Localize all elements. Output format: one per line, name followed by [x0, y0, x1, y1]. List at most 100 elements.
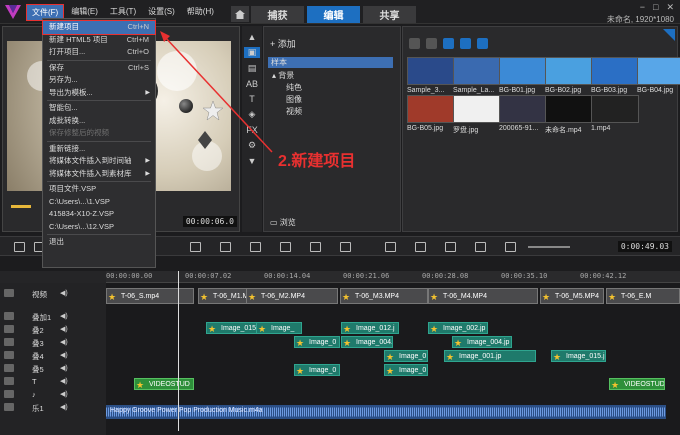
media-icon[interactable]: ▣	[244, 47, 260, 58]
video-clip[interactable]: ★ T-06_M2.MP4	[246, 288, 338, 304]
video-clip[interactable]: ★ T-06_M4.MP4	[428, 288, 538, 304]
library-thumbnail[interactable]	[545, 57, 593, 85]
minimize-icon[interactable]: −	[640, 2, 645, 13]
file-menu-item[interactable]: C:\Users\...\12.VSP	[43, 221, 155, 234]
track-header[interactable]: 乐1 ◀)	[0, 401, 106, 414]
overlay-clip[interactable]: ★ Image_0	[384, 350, 428, 362]
speaker-icon[interactable]: ◀)	[60, 289, 68, 297]
track-header[interactable]: 叠3 ◀)	[0, 336, 106, 349]
file-menu-item[interactable]: C:\Users\...\1.VSP	[43, 196, 155, 209]
trim-marker[interactable]	[11, 205, 31, 208]
speed-icon[interactable]	[475, 242, 486, 252]
file-menu-item[interactable]: 成批转换...	[43, 115, 155, 128]
library-thumbnail[interactable]	[453, 95, 501, 123]
browse-button[interactable]: ▭ 浏览	[270, 217, 296, 228]
track-header[interactable]: 叠4 ◀)	[0, 349, 106, 362]
library-thumbnail[interactable]	[453, 57, 501, 85]
chapter-icon[interactable]	[445, 242, 456, 252]
overlay-clip[interactable]: ★ Image_004.jp	[452, 336, 512, 348]
track-header[interactable]: ♪ ◀)	[0, 388, 106, 401]
preview-timecode[interactable]: 00:00:06.0	[182, 216, 237, 227]
folder-icon[interactable]	[409, 38, 420, 49]
file-menu-item[interactable]: 将媒体文件插入到时间轴 ▶	[43, 155, 155, 168]
file-menu-item[interactable]: 新建项目 Ctrl+N	[42, 20, 156, 35]
library-thumbnail[interactable]	[407, 95, 455, 123]
tree-item-background[interactable]: ▴ 背景	[272, 70, 294, 81]
speaker-icon[interactable]: ◀)	[60, 338, 68, 346]
mixer-icon[interactable]	[415, 242, 426, 252]
track-header[interactable]: 叠2 ◀)	[0, 323, 106, 336]
file-menu-item[interactable]: 将媒体文件插入到素材库 ▶	[43, 168, 155, 181]
file-menu-item[interactable]: 导出为模板... ▶	[43, 87, 155, 100]
overlay-clip[interactable]: ★ Image_012.j	[341, 322, 399, 334]
record-icon[interactable]	[310, 242, 321, 252]
tree-item-image[interactable]: 图像	[286, 94, 302, 105]
video-clip[interactable]: ★ T-06_M5.MP4	[540, 288, 604, 304]
motion-icon[interactable]: ⚙	[248, 140, 256, 151]
home-button[interactable]	[231, 6, 249, 22]
menu-help[interactable]: 帮助(H)	[182, 4, 219, 21]
maximize-icon[interactable]: □	[653, 2, 658, 13]
overlay-clip[interactable]: ★ Image_002.jp	[428, 322, 488, 334]
library-thumbnail[interactable]	[591, 57, 639, 85]
file-menu-item[interactable]: 项目文件.VSP	[43, 183, 155, 196]
arrow-up-icon[interactable]: ▲	[248, 32, 257, 42]
pin-icon[interactable]	[663, 29, 675, 41]
ripple-icon[interactable]	[505, 242, 516, 252]
file-menu-item[interactable]: 保存 Ctrl+S	[43, 62, 155, 75]
timeline-timecode[interactable]: 0:00:49.03	[617, 241, 672, 252]
track-header[interactable]: 叠加1 ◀)	[0, 310, 106, 323]
file-menu-item[interactable]: 415834-X10-Z.VSP	[43, 208, 155, 221]
video-clip[interactable]: ★ T-06_E.M	[606, 288, 680, 304]
video-clip[interactable]: ★ T-06_M3.MP4	[340, 288, 428, 304]
file-menu-item[interactable]: 重新链接...	[43, 143, 155, 156]
playhead[interactable]	[178, 271, 179, 431]
tree-item-video[interactable]: 视频	[286, 106, 302, 117]
close-icon[interactable]: ✕	[666, 2, 674, 13]
tab-capture[interactable]: 捕获	[251, 6, 304, 23]
speaker-icon[interactable]: ◀)	[60, 312, 68, 320]
motion-track-icon[interactable]	[250, 242, 261, 252]
speaker-icon[interactable]: ◀)	[60, 377, 68, 385]
track-header[interactable]: 叠5 ◀)	[0, 362, 106, 375]
file-menu-item[interactable]: 退出	[43, 236, 155, 249]
transition-icon[interactable]: AB	[246, 79, 258, 89]
speaker-icon[interactable]: ◀)	[60, 325, 68, 333]
instant-project-icon[interactable]: ▤	[248, 63, 257, 74]
filter-image-icon[interactable]	[460, 38, 471, 49]
library-thumbnail[interactable]	[545, 95, 593, 123]
overlay-clip[interactable]: ★ Image_015.j	[551, 350, 606, 362]
video-clip[interactable]: ★ T-06_S.mp4	[106, 288, 194, 304]
library-thumbnail[interactable]	[499, 95, 547, 123]
subtitle-icon[interactable]	[385, 242, 396, 252]
file-menu-item[interactable]: 打开项目... Ctrl+O	[43, 46, 155, 59]
arrow-down-icon[interactable]: ▼	[248, 156, 257, 166]
title-icon[interactable]: T	[249, 94, 255, 104]
library-thumbnail[interactable]	[637, 57, 680, 85]
speaker-icon[interactable]: ◀)	[60, 390, 68, 398]
title-clip[interactable]: ★ VIDEOSTUD	[134, 378, 194, 390]
trim-icon[interactable]	[190, 242, 201, 252]
speaker-icon[interactable]: ◀)	[60, 403, 68, 411]
file-menu-item[interactable]: 另存为...	[43, 74, 155, 87]
overlay-clip[interactable]: ★ Image_004.j	[341, 336, 393, 348]
overlay-clip[interactable]: ★ Image_0	[294, 336, 340, 348]
file-menu-item[interactable]: 智能包...	[43, 102, 155, 115]
track-header[interactable]: 视频 ◀)	[0, 287, 106, 300]
tree-item-sample[interactable]: 样本	[268, 57, 393, 68]
title-clip[interactable]: ★ VIDEOSTUD	[609, 378, 665, 390]
tree-item-solid[interactable]: 纯色	[286, 82, 302, 93]
overlay-clip[interactable]: ★ Image_0	[384, 364, 428, 376]
audio-clip[interactable]: Happy Groove Power Pop Production Music.…	[106, 405, 666, 419]
library-thumbnail[interactable]	[407, 57, 455, 85]
overlay-clip[interactable]: ★ Image_	[256, 322, 302, 334]
file-menu-item[interactable]: 新建 HTML5 项目 Ctrl+M	[43, 34, 155, 47]
track-header[interactable]: T ◀)	[0, 375, 106, 388]
overlay-clip[interactable]: ★ Image_0	[294, 364, 340, 376]
library-thumbnail[interactable]	[499, 57, 547, 85]
split-icon[interactable]	[220, 242, 231, 252]
filter-audio-icon[interactable]	[477, 38, 488, 49]
timeline-ruler[interactable]: 00:00:00.00 00:00:07.02 00:00:14.04 00:00:2…	[106, 271, 680, 283]
tab-share[interactable]: 共享	[363, 6, 416, 23]
filter-icon[interactable]: FX	[246, 125, 258, 135]
